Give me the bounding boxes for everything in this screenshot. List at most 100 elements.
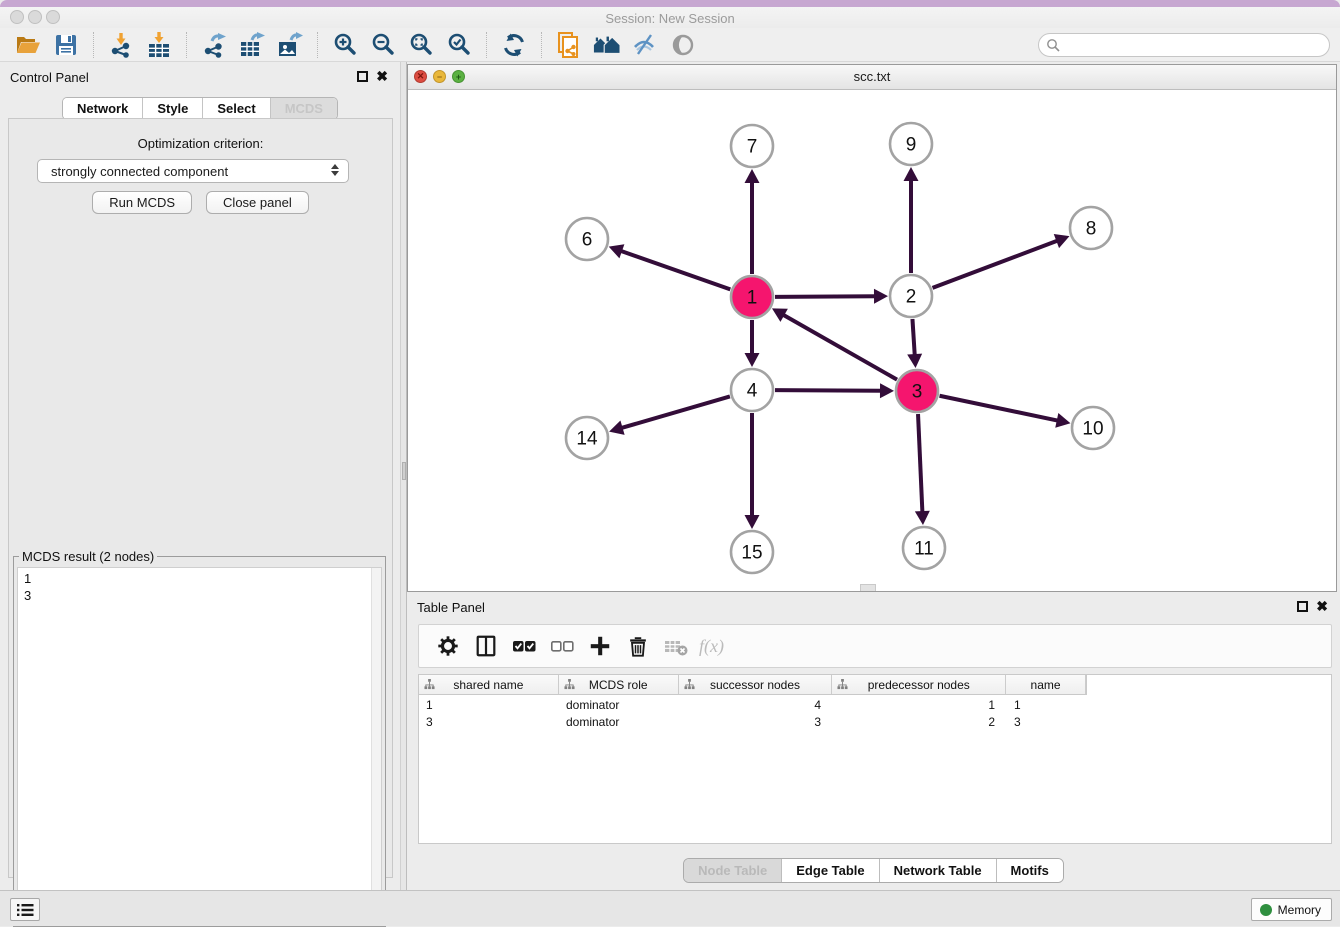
network-window-titlebar[interactable]: ✕ − + scc.txt	[408, 65, 1336, 90]
close-panel-button[interactable]: Close panel	[206, 191, 309, 214]
export-table-icon[interactable]	[238, 31, 266, 59]
hide-elements-icon[interactable]	[631, 31, 659, 59]
vertical-splitter[interactable]	[400, 62, 407, 890]
tab-select[interactable]: Select	[203, 98, 270, 119]
table-cell[interactable]: 1	[419, 697, 559, 713]
graph-edge[interactable]	[621, 396, 730, 428]
graph-node-label: 8	[1086, 219, 1097, 240]
tab-mcds[interactable]: MCDS	[271, 98, 337, 119]
run-mcds-button[interactable]: Run MCDS	[92, 191, 192, 214]
graph-edge-arrowhead	[745, 353, 760, 367]
graph-edge[interactable]	[620, 251, 730, 290]
mcds-result-box[interactable]: 1 3	[17, 567, 382, 923]
save-session-icon[interactable]	[52, 31, 80, 59]
add-column-icon[interactable]	[585, 631, 615, 661]
table-panel-title: Table Panel	[417, 600, 485, 615]
zoom-selected-icon[interactable]	[445, 31, 473, 59]
result-scrollbar[interactable]	[371, 568, 381, 922]
criterion-dropdown[interactable]: strongly connected component	[37, 159, 349, 183]
table-row[interactable]: 3dominator323	[419, 714, 1331, 730]
network-window-title: scc.txt	[408, 69, 1336, 84]
float-table-panel-icon[interactable]	[1297, 601, 1308, 612]
search-box	[1038, 33, 1330, 57]
import-network-icon[interactable]	[107, 31, 135, 59]
graph-edge[interactable]	[918, 414, 922, 513]
column-header-shared-name[interactable]: shared name	[419, 675, 559, 694]
task-history-button[interactable]	[10, 898, 40, 921]
main-toolbar	[0, 28, 1340, 62]
column-header-MCDS-role[interactable]: MCDS role	[559, 675, 679, 694]
tab-network[interactable]: Network	[63, 98, 143, 119]
float-panel-icon[interactable]	[357, 71, 368, 82]
column-sort-icon	[564, 679, 575, 693]
graph-edge-arrowhead	[745, 169, 760, 183]
table-cell[interactable]: dominator	[559, 697, 679, 713]
table-cell[interactable]: 2	[833, 714, 1007, 730]
table-settings-gear-icon[interactable]	[433, 631, 463, 661]
control-panel-header: Control Panel ✖	[0, 62, 400, 90]
graph-edge-arrowhead	[915, 511, 930, 525]
graph-edge[interactable]	[912, 319, 914, 356]
column-header-name[interactable]: name	[1006, 675, 1086, 694]
column-header-successor-nodes[interactable]: successor nodes	[679, 675, 833, 694]
tab-node-table[interactable]: Node Table	[684, 859, 782, 882]
splitter-grip[interactable]	[402, 462, 406, 480]
column-layout-icon[interactable]	[471, 631, 501, 661]
graph-edge[interactable]	[940, 396, 1059, 421]
graph-edge[interactable]	[775, 390, 882, 391]
search-input[interactable]	[1038, 33, 1330, 57]
memory-status-icon	[1260, 904, 1272, 916]
new-network-from-file-icon[interactable]	[555, 31, 583, 59]
zoom-fit-icon[interactable]	[407, 31, 435, 59]
graph-edge-arrowhead	[1055, 413, 1070, 428]
table-cell[interactable]: dominator	[559, 714, 679, 730]
mcds-result-title: MCDS result (2 nodes)	[19, 549, 157, 564]
column-header-predecessor-nodes[interactable]: predecessor nodes	[832, 675, 1006, 694]
tab-style[interactable]: Style	[143, 98, 203, 119]
deselect-all-icon[interactable]	[547, 631, 577, 661]
table-cell[interactable]: 4	[679, 697, 833, 713]
toolbar-separator	[317, 32, 318, 58]
delete-column-trash-icon[interactable]	[623, 631, 653, 661]
control-panel-tabs: NetworkStyleSelectMCDS	[0, 97, 400, 120]
graph-node-label: 9	[906, 135, 917, 156]
import-table-icon[interactable]	[145, 31, 173, 59]
export-network-icon[interactable]	[200, 31, 228, 59]
close-panel-icon[interactable]: ✖	[376, 68, 388, 84]
graph-edge[interactable]	[933, 240, 1059, 288]
open-session-icon[interactable]	[14, 31, 42, 59]
table-cell[interactable]: 3	[419, 714, 559, 730]
table-cell[interactable]: 3	[1007, 714, 1087, 730]
mcds-panel: Optimization criterion: strongly connect…	[8, 118, 393, 878]
table-toolbar: f(x)	[418, 624, 1332, 668]
node-table[interactable]: shared nameMCDS rolesuccessor nodesprede…	[418, 674, 1332, 844]
graph-node-label: 2	[906, 287, 917, 308]
split-pane-grip[interactable]	[860, 584, 876, 591]
memory-button[interactable]: Memory	[1251, 898, 1332, 921]
tab-motifs[interactable]: Motifs	[997, 859, 1063, 882]
function-builder-icon[interactable]: f(x)	[699, 636, 724, 657]
graph-edge-arrowhead	[880, 383, 894, 398]
select-all-icon[interactable]	[509, 631, 539, 661]
show-eye-icon[interactable]	[669, 31, 697, 59]
refresh-icon[interactable]	[500, 31, 528, 59]
delete-table-icon[interactable]	[661, 631, 691, 661]
zoom-out-icon[interactable]	[369, 31, 397, 59]
graph-node-label: 7	[747, 137, 758, 158]
close-table-panel-icon[interactable]: ✖	[1316, 598, 1328, 614]
graph-node-label: 3	[912, 382, 923, 403]
table-cell[interactable]: 3	[679, 714, 833, 730]
graph-edge[interactable]	[775, 296, 876, 297]
tab-edge-table[interactable]: Edge Table	[782, 859, 879, 882]
home-networks-icon[interactable]	[593, 31, 621, 59]
application-window: Session: New Session	[0, 0, 1340, 926]
zoom-in-icon[interactable]	[331, 31, 359, 59]
graph-edge[interactable]	[782, 314, 897, 379]
network-canvas[interactable]: 7968124314101511	[408, 90, 1336, 591]
export-image-icon[interactable]	[276, 31, 304, 59]
table-cell[interactable]: 1	[1007, 697, 1087, 713]
table-cell[interactable]: 1	[833, 697, 1007, 713]
table-row[interactable]: 1dominator411	[419, 697, 1331, 713]
tab-network-table[interactable]: Network Table	[880, 859, 997, 882]
graph-edge-arrowhead	[874, 289, 888, 304]
